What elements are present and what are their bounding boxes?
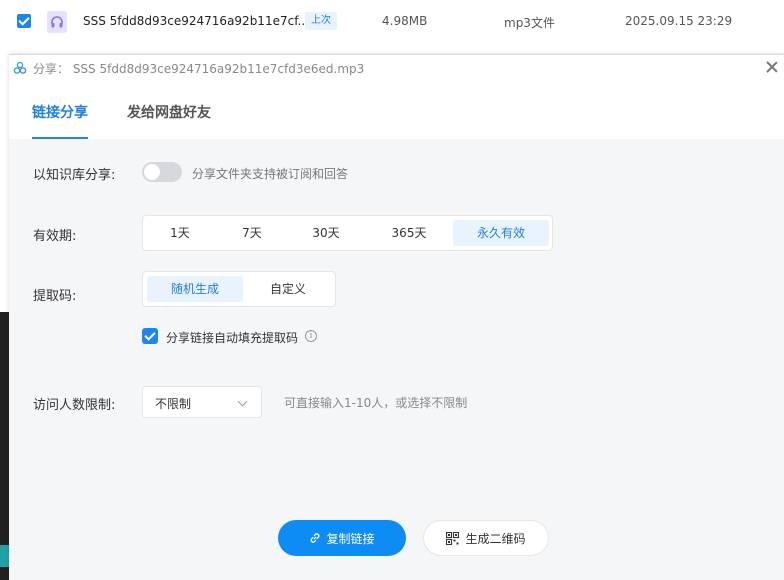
validity-option-7-days[interactable]: 7天 <box>219 220 285 246</box>
dialog-title: 分享： SSS 5fdd8d93ce924716a92b11e7cfd3e6ed… <box>33 62 365 76</box>
info-icon[interactable]: i <box>305 330 317 342</box>
validity-option-365-days[interactable]: 365天 <box>371 220 447 246</box>
copy-link-button[interactable]: 复制链接 <box>278 520 406 556</box>
last-opened-badge: 上次 <box>305 12 337 30</box>
copy-link-label: 复制链接 <box>326 531 375 546</box>
validity-option-permanent[interactable]: 永久有效 <box>453 220 549 246</box>
row-checkbox[interactable] <box>17 14 31 28</box>
chevron-down-icon <box>237 396 248 407</box>
file-type: mp3文件 <box>504 16 555 30</box>
background-window-accent <box>0 545 9 567</box>
extract-code-options: 随机生成 自定义 <box>142 271 336 307</box>
visitor-limit-value: 不限制 <box>155 397 192 411</box>
visitor-limit-hint: 可直接输入1-10人，或选择不限制 <box>284 396 468 410</box>
validity-option-30-days[interactable]: 30天 <box>293 220 359 246</box>
generate-qr-label: 生成二维码 <box>465 531 526 546</box>
extract-code-random[interactable]: 随机生成 <box>147 276 243 302</box>
validity-options: 1天 7天 30天 365天 永久有效 <box>142 215 553 251</box>
link-icon <box>311 533 320 543</box>
extract-code-label: 提取码: <box>33 289 77 304</box>
knowledge-share-toggle[interactable] <box>142 162 182 182</box>
knowledge-share-hint: 分享文件夹支持被订阅和回答 <box>192 167 349 181</box>
toggle-knob <box>144 164 160 180</box>
close-icon[interactable] <box>764 59 780 75</box>
share-app-icon <box>13 60 27 79</box>
file-size: 4.98MB <box>382 14 428 28</box>
qr-code-icon <box>446 531 460 545</box>
tab-send-to-friends[interactable]: 发给网盘好友 <box>127 102 211 122</box>
visitor-limit-select[interactable]: 不限制 <box>142 386 262 418</box>
visitor-limit-label: 访问人数限制: <box>33 398 116 413</box>
file-list-row[interactable]: SSS 5fdd8d93ce924716a92b11e7cf... 上次 4.9… <box>0 0 784 44</box>
active-tab-indicator <box>32 137 88 139</box>
extract-code-custom[interactable]: 自定义 <box>243 276 333 302</box>
generate-qr-button[interactable]: 生成二维码 <box>423 520 549 556</box>
autofill-code-checkbox[interactable] <box>142 328 158 344</box>
file-modified-time: 2025.09.15 23:29 <box>625 14 733 28</box>
file-name[interactable]: SSS 5fdd8d93ce924716a92b11e7cf... <box>83 14 309 28</box>
autofill-code-label[interactable]: 分享链接自动填充提取码 <box>166 329 298 346</box>
tab-link-share[interactable]: 链接分享 <box>32 102 88 122</box>
validity-label: 有效期: <box>33 229 77 244</box>
share-dialog: 分享： SSS 5fdd8d93ce924716a92b11e7cfd3e6ed… <box>9 54 784 580</box>
dialog-titlebar[interactable]: 分享： SSS 5fdd8d93ce924716a92b11e7cfd3e6ed… <box>9 55 784 81</box>
validity-option-1-day[interactable]: 1天 <box>147 220 213 246</box>
audio-file-icon <box>47 11 67 33</box>
share-tabs: 链接分享 发给网盘好友 <box>9 81 784 139</box>
knowledge-share-label: 以知识库分享: <box>33 168 116 183</box>
background-window-edge <box>0 312 9 580</box>
